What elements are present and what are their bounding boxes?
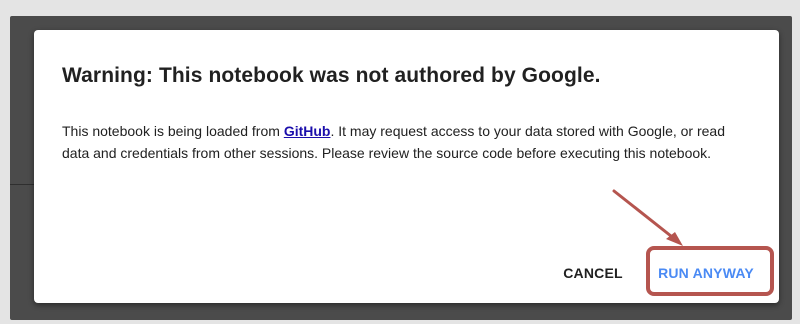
run-anyway-button[interactable]: RUN ANYWAY — [646, 258, 766, 288]
dialog-message: This notebook is being loaded from GitHu… — [62, 120, 752, 164]
dialog-message-start: This notebook is being loaded from — [62, 123, 284, 139]
cancel-button[interactable]: CANCEL — [550, 260, 636, 286]
github-link[interactable]: GitHub — [284, 123, 331, 139]
dialog-title: Warning: This notebook was not authored … — [62, 64, 601, 87]
page-divider — [10, 184, 34, 185]
warning-dialog: Warning: This notebook was not authored … — [34, 30, 779, 303]
